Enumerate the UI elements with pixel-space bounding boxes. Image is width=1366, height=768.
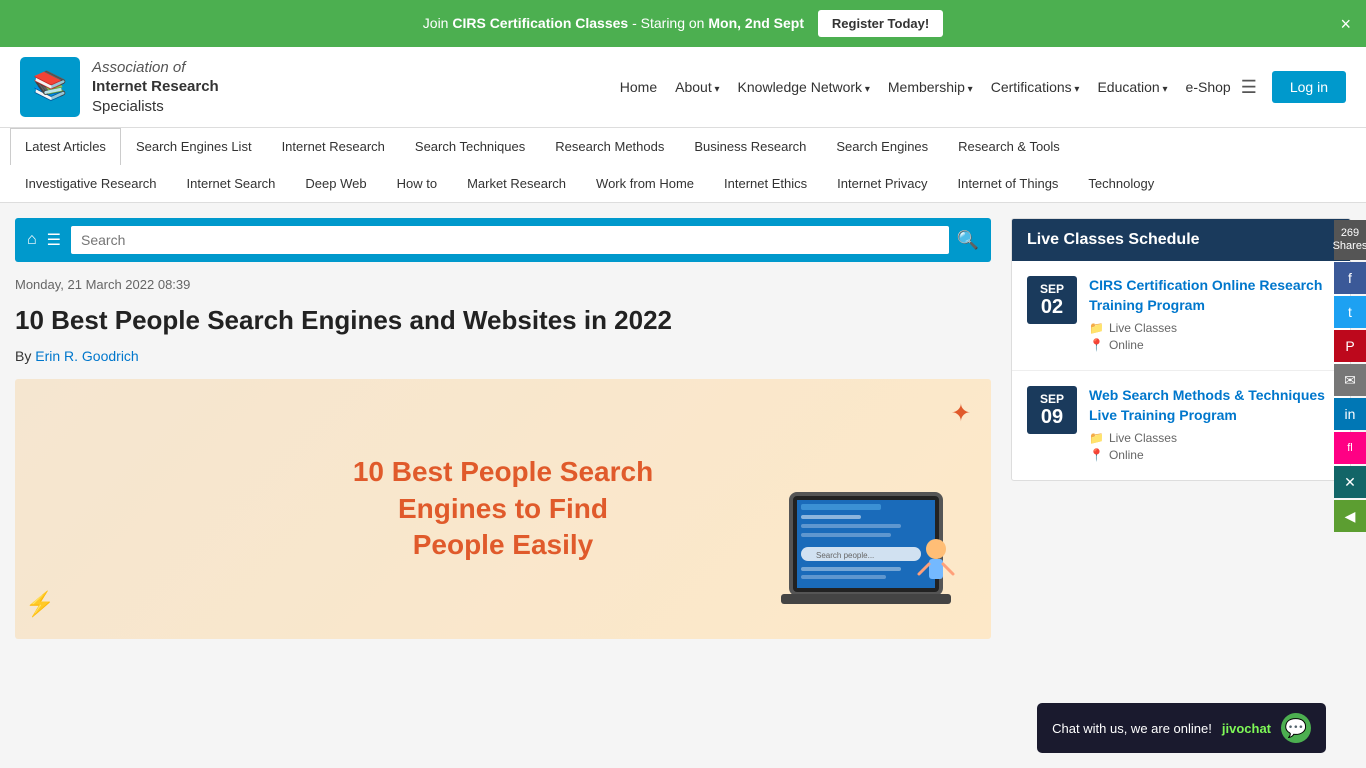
login-button[interactable]: Log in <box>1272 71 1346 103</box>
cat-business-research[interactable]: Business Research <box>679 128 821 165</box>
laptop-svg: Search people... <box>781 489 961 629</box>
cat-work-from-home[interactable]: Work from Home <box>581 165 709 202</box>
nav-knowledge[interactable]: Knowledge Network <box>738 79 870 95</box>
cat-investigative-research[interactable]: Investigative Research <box>10 165 172 202</box>
cat-how-to[interactable]: How to <box>382 165 452 202</box>
chat-widget[interactable]: Chat with us, we are online! jivochat 💬 <box>1037 703 1326 753</box>
pinterest-share-button[interactable]: P <box>1334 330 1366 362</box>
live-classes-widget: Live Classes Schedule SEP 02 CIRS Certif… <box>1011 218 1351 481</box>
xing-share-button[interactable]: ✕ <box>1334 466 1366 498</box>
chat-text: Chat with us, we are online! <box>1052 721 1212 736</box>
laptop-graphic: Search people... <box>781 489 961 629</box>
schedule-title-2[interactable]: Web Search Methods & Techniques Live Tra… <box>1089 386 1335 425</box>
search-input[interactable] <box>71 226 949 254</box>
cat-internet-of-things[interactable]: Internet of Things <box>942 165 1073 202</box>
linkedin-share-button[interactable]: in <box>1334 398 1366 430</box>
sharethis-button[interactable]: ◀ <box>1334 500 1366 532</box>
nav-certifications[interactable]: Certifications <box>991 79 1080 95</box>
register-button[interactable]: Register Today! <box>818 10 943 37</box>
chat-brand: jivochat <box>1222 721 1271 736</box>
home-icon[interactable]: ⌂ <box>27 231 37 249</box>
svg-text:Search people...: Search people... <box>816 551 874 560</box>
banner-text-pre: Join <box>423 15 453 31</box>
nav-about[interactable]: About <box>675 79 719 95</box>
banner-text-mid: - Staring on <box>628 15 708 31</box>
date-badge-2: SEP 09 <box>1027 386 1077 434</box>
schedule-item: SEP 02 CIRS Certification Online Researc… <box>1012 261 1350 371</box>
cat-search-engines-list[interactable]: Search Engines List <box>121 128 267 165</box>
twitter-share-button[interactable]: t <box>1334 296 1366 328</box>
hamburger-icon[interactable]: ☰ <box>1241 77 1257 98</box>
article-image-text: 10 Best People SearchEngines to FindPeop… <box>333 434 673 583</box>
article-date: Monday, 21 March 2022 08:39 <box>15 277 991 292</box>
logo-area: 📚 Association of Internet Research Speci… <box>20 57 219 117</box>
schedule-title-1[interactable]: CIRS Certification Online Research Train… <box>1089 276 1335 315</box>
cat-internet-privacy[interactable]: Internet Privacy <box>822 165 942 202</box>
nav-membership[interactable]: Membership <box>888 79 973 95</box>
cat-research-tools[interactable]: Research & Tools <box>943 128 1075 165</box>
schedule-meta-location-2: 📍 Online <box>1089 448 1335 462</box>
banner-text-bold2: Mon, 2nd Sept <box>708 15 804 31</box>
cat-search-techniques[interactable]: Search Techniques <box>400 128 540 165</box>
cat-internet-research[interactable]: Internet Research <box>267 128 400 165</box>
nav-eshop[interactable]: e-Shop <box>1186 79 1231 95</box>
cat-search-engines[interactable]: Search Engines <box>821 128 943 165</box>
cat-deep-web[interactable]: Deep Web <box>290 165 381 202</box>
banner-text-bold: CIRS Certification Classes <box>452 15 628 31</box>
main-nav: Home About Knowledge Network Membership … <box>620 79 1231 95</box>
widget-title: Live Classes Schedule <box>1012 219 1350 261</box>
nav-home[interactable]: Home <box>620 79 657 95</box>
article-image: 10 Best People SearchEngines to FindPeop… <box>15 379 991 639</box>
schedule-meta-category-2: 📁 Live Classes <box>1089 431 1335 445</box>
schedule-meta-category-1: 📁 Live Classes <box>1089 321 1335 335</box>
header: 📚 Association of Internet Research Speci… <box>0 47 1366 128</box>
close-banner-button[interactable]: × <box>1340 15 1351 33</box>
content-area: ⌂ ☰ 🔍 Monday, 21 March 2022 08:39 10 Bes… <box>15 218 991 639</box>
schedule-content-1: CIRS Certification Online Research Train… <box>1089 276 1335 355</box>
cat-internet-ethics[interactable]: Internet Ethics <box>709 165 822 202</box>
date-month-2: SEP <box>1037 392 1067 406</box>
date-day-2: 09 <box>1037 406 1067 428</box>
author-link[interactable]: Erin R. Goodrich <box>35 348 138 364</box>
schedule-item-2: SEP 09 Web Search Methods & Techniques L… <box>1012 371 1350 480</box>
date-day-1: 02 <box>1037 296 1067 318</box>
cat-technology[interactable]: Technology <box>1073 165 1169 202</box>
cat-internet-search[interactable]: Internet Search <box>172 165 291 202</box>
top-banner: Join CIRS Certification Classes - Starin… <box>0 0 1366 47</box>
cat-nav-row1: Latest Articles Search Engines List Inte… <box>10 128 1356 165</box>
cat-latest-articles[interactable]: Latest Articles <box>10 128 121 165</box>
date-badge-1: SEP 02 <box>1027 276 1077 324</box>
shares-count: 269 Shares <box>1334 220 1366 260</box>
search-bar: ⌂ ☰ 🔍 <box>15 218 991 262</box>
chat-indicator-icon: 💬 <box>1281 713 1311 743</box>
schedule-content-2: Web Search Methods & Techniques Live Tra… <box>1089 386 1335 465</box>
menu-icon[interactable]: ☰ <box>47 230 61 250</box>
email-share-button[interactable]: ✉ <box>1334 364 1366 396</box>
category-nav: Latest Articles Search Engines List Inte… <box>0 128 1366 203</box>
article-title: 10 Best People Search Engines and Websit… <box>15 304 991 338</box>
date-month-1: SEP <box>1037 282 1067 296</box>
logo-text: Association of Internet Research Special… <box>92 58 219 117</box>
article-author: By Erin R. Goodrich <box>15 348 991 364</box>
schedule-meta-location-1: 📍 Online <box>1089 338 1335 352</box>
search-button[interactable]: 🔍 <box>957 230 979 251</box>
logo-icon: 📚 <box>20 57 80 117</box>
nav-education[interactable]: Education <box>1097 79 1167 95</box>
social-sidebar: 269 Shares f t P ✉ in fl ✕ ◀ <box>1334 220 1366 534</box>
main-layout: ⌂ ☰ 🔍 Monday, 21 March 2022 08:39 10 Bes… <box>0 203 1366 654</box>
flipboard-share-button[interactable]: fl <box>1334 432 1366 464</box>
deco-arrow-bottom-left: ⚡ <box>25 590 55 619</box>
sidebar: Live Classes Schedule SEP 02 CIRS Certif… <box>1011 218 1351 639</box>
cat-market-research[interactable]: Market Research <box>452 165 581 202</box>
cat-nav-row2: Investigative Research Internet Search D… <box>10 165 1356 202</box>
svg-text:📚: 📚 <box>33 70 68 102</box>
cat-research-methods[interactable]: Research Methods <box>540 128 679 165</box>
facebook-share-button[interactable]: f <box>1334 262 1366 294</box>
deco-arrow-top-right: ✦ <box>951 399 971 428</box>
